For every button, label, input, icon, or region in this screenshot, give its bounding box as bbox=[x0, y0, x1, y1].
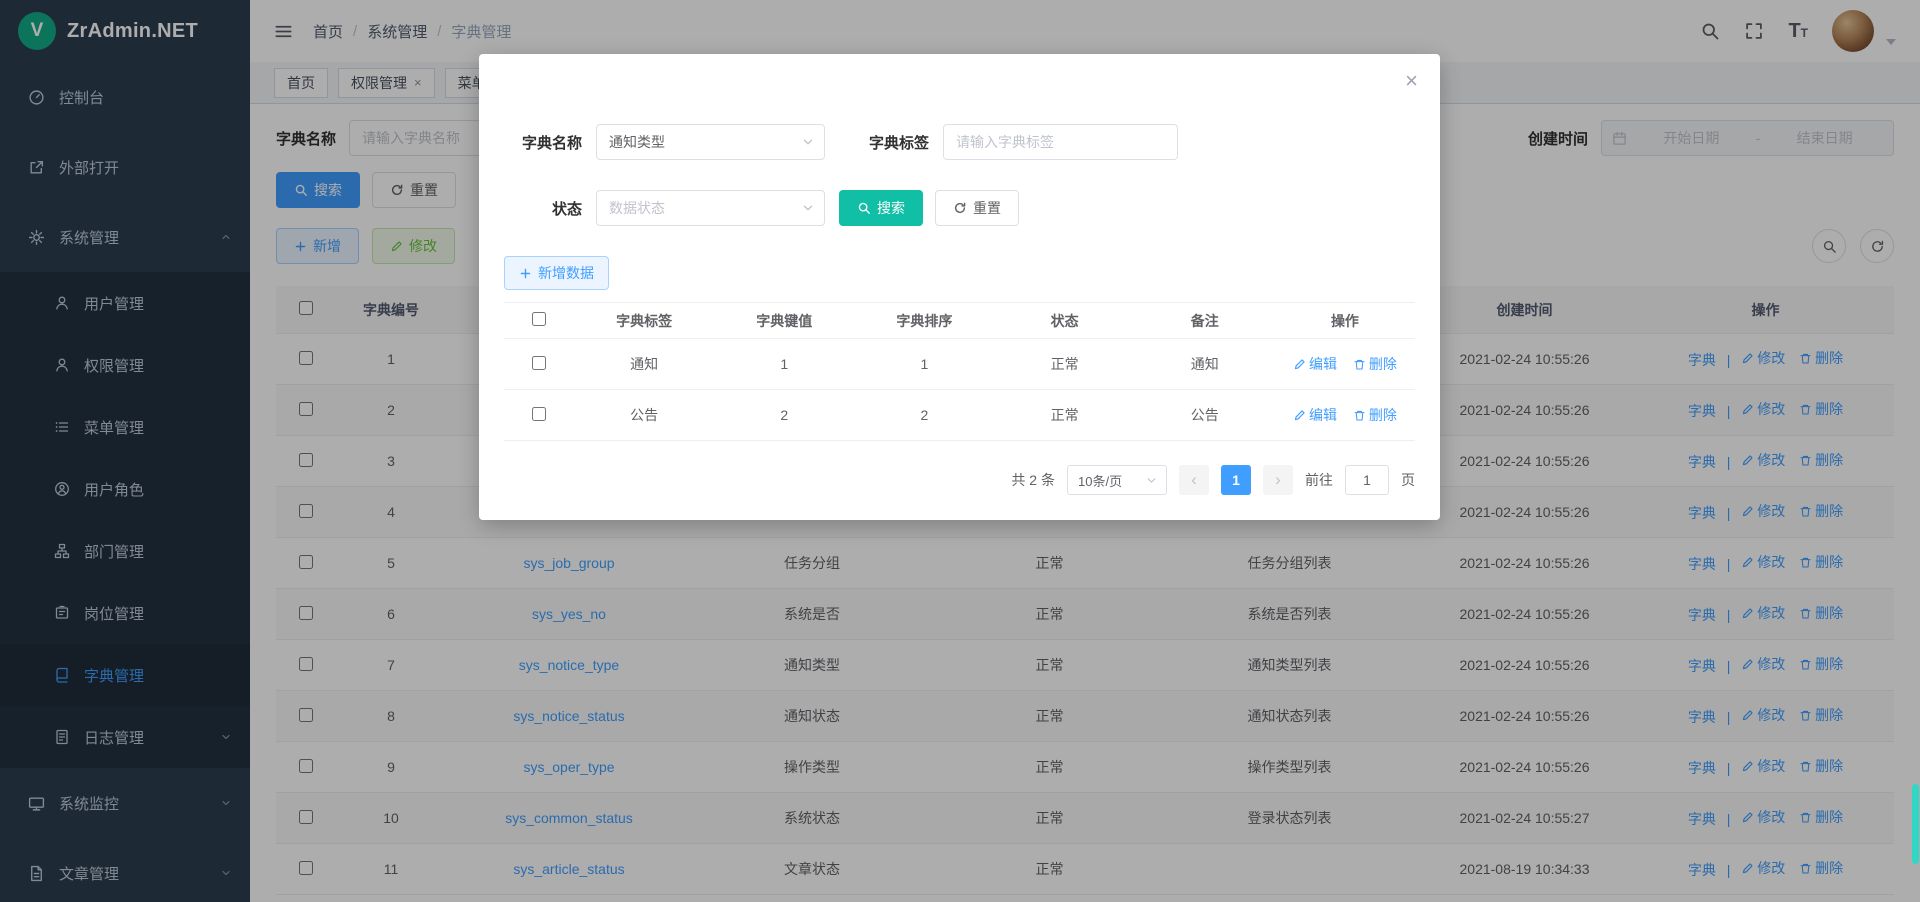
dict-name-select[interactable]: 通知类型 bbox=[596, 124, 825, 160]
status-cell: 正常 bbox=[995, 405, 1135, 425]
dialog-table-body: 通知 1 1 正常 通知 编辑 删除 公告 2 2 正常 公告 编辑 删除 bbox=[504, 339, 1415, 441]
chevron-down-icon bbox=[801, 135, 815, 149]
page-unit-label: 页 bbox=[1401, 470, 1415, 490]
column-header: 字典键值 bbox=[714, 311, 854, 331]
dialog-table-row: 通知 1 1 正常 通知 编辑 删除 bbox=[504, 339, 1415, 390]
operation-cell: 编辑 删除 bbox=[1275, 405, 1415, 425]
delete-link[interactable]: 删除 bbox=[1353, 354, 1397, 374]
column-header: 字典排序 bbox=[854, 311, 994, 331]
pagination: 共 2 条 10条/页 ‹ 1 › 前往 页 bbox=[504, 465, 1415, 495]
dict-sort-cell: 1 bbox=[854, 356, 994, 372]
column-header: 字典标签 bbox=[574, 311, 714, 331]
dialog-reset-button[interactable]: 重置 bbox=[935, 190, 1019, 226]
remark-cell: 公告 bbox=[1135, 405, 1275, 425]
prev-page-button[interactable]: ‹ bbox=[1179, 465, 1209, 495]
dict-sort-cell: 2 bbox=[854, 407, 994, 423]
goto-label: 前往 bbox=[1305, 470, 1333, 490]
remark-cell: 通知 bbox=[1135, 354, 1275, 374]
status-select[interactable]: 数据状态 bbox=[596, 190, 825, 226]
row-checkbox[interactable] bbox=[532, 356, 546, 370]
close-icon[interactable]: × bbox=[1405, 70, 1418, 92]
select-all-checkbox[interactable] bbox=[532, 312, 546, 326]
edit-link[interactable]: 编辑 bbox=[1293, 354, 1337, 374]
edit-link[interactable]: 编辑 bbox=[1293, 405, 1337, 425]
pagination-total: 共 2 条 bbox=[1011, 470, 1055, 490]
page-size-select[interactable]: 10条/页 bbox=[1067, 465, 1167, 495]
status-cell: 正常 bbox=[995, 354, 1135, 374]
dict-name-label: 字典名称 bbox=[504, 132, 582, 153]
goto-page-input[interactable] bbox=[1345, 465, 1389, 495]
dict-value-cell: 1 bbox=[714, 356, 854, 372]
dict-data-dialog: × 字典名称 通知类型 字典标签 状态 数据状态 搜索 bbox=[479, 54, 1440, 520]
dict-label-label: 字典标签 bbox=[851, 132, 929, 153]
chevron-down-icon bbox=[1145, 474, 1158, 487]
dict-label-cell: 通知 bbox=[574, 354, 714, 374]
status-label: 状态 bbox=[504, 198, 582, 219]
dict-value-cell: 2 bbox=[714, 407, 854, 423]
scrollbar-thumb[interactable] bbox=[1912, 784, 1919, 864]
dialog-search-button[interactable]: 搜索 bbox=[839, 190, 923, 226]
column-header: 操作 bbox=[1275, 311, 1415, 331]
delete-link[interactable]: 删除 bbox=[1353, 405, 1397, 425]
next-page-button[interactable]: › bbox=[1263, 465, 1293, 495]
dict-data-table: 字典标签 字典键值 字典排序 状态 备注 操作 通知 1 1 正常 通知 编辑 … bbox=[504, 302, 1415, 441]
row-checkbox[interactable] bbox=[532, 407, 546, 421]
page-number-button[interactable]: 1 bbox=[1221, 465, 1251, 495]
column-header: 状态 bbox=[995, 311, 1135, 331]
dialog-table-row: 公告 2 2 正常 公告 编辑 删除 bbox=[504, 390, 1415, 441]
dialog-filter-form: 字典名称 通知类型 字典标签 状态 数据状态 搜索 重置 bbox=[504, 54, 1415, 290]
operation-cell: 编辑 删除 bbox=[1275, 354, 1415, 374]
column-header: 备注 bbox=[1135, 311, 1275, 331]
dict-label-cell: 公告 bbox=[574, 405, 714, 425]
chevron-down-icon bbox=[801, 201, 815, 215]
dialog-table-header-row: 字典标签 字典键值 字典排序 状态 备注 操作 bbox=[504, 302, 1415, 339]
add-data-button[interactable]: 新增数据 bbox=[504, 256, 609, 290]
dict-label-input[interactable] bbox=[943, 124, 1178, 160]
